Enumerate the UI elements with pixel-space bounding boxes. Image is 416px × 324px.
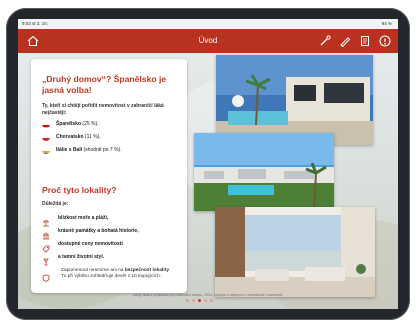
content-card: „Druhý domov“? Španělsko je jasná volba!… (31, 59, 187, 293)
pen-draw-icon[interactable] (338, 34, 352, 48)
country-detail: (shodně po 7 %). (82, 146, 122, 153)
shield-icon (42, 269, 50, 282)
list-item: a tamní životní styl. (42, 250, 187, 265)
country-name: Chorvatsko (56, 133, 84, 140)
reason-text: blízkost moře a pláží, (58, 214, 109, 221)
pagination-dot[interactable] (210, 299, 213, 302)
app-header: Úvod (18, 29, 398, 53)
lifestyle-icon (42, 253, 50, 265)
reasons-list: blízkost moře a pláží, krásné památky a … (42, 211, 187, 265)
country-detail: (11 %), (83, 133, 101, 140)
monument-icon (42, 227, 50, 239)
country-name: Španělsko (56, 120, 82, 127)
pagination-dot[interactable] (186, 299, 189, 302)
pagination-dots[interactable] (186, 299, 213, 302)
country-detail: (25 %), (81, 120, 99, 127)
list-item: Chorvatsko (11 %), (42, 130, 182, 143)
list-item: krásné památky a bohatá historie, (42, 224, 187, 239)
pagination-dot[interactable] (204, 299, 207, 302)
price-tag-icon (42, 240, 50, 253)
reason-text: krásné památky a bohatá historie, (58, 227, 139, 234)
interior-living-room-photo (215, 207, 375, 297)
card-headline: „Druhý domov“? Španělsko je jasná volba! (42, 74, 167, 95)
list-item: Itálie s Bali (shodně po 7 %). (42, 143, 182, 156)
status-time: 9:03 st 3. 10. (22, 21, 49, 26)
list-item: Španělsko (25 %), (42, 117, 182, 130)
reason-text: dostupné ceny nemovitostí (58, 240, 123, 247)
villa-exterior-photo (216, 55, 373, 145)
app-screen: 9:03 st 3. 10. 94 % Úvod „Druhý domov“? … (18, 19, 398, 309)
laser-pointer-icon[interactable] (318, 34, 332, 48)
source-footnote: Zdroj: data z průzkumu pro obchodní bank… (132, 293, 284, 297)
reasons-title: Proč tyto lokality? (42, 185, 117, 195)
device-frame: 9:03 st 3. 10. 94 % Úvod „Druhý domov“? … (0, 0, 416, 324)
bali-emblem-icon (42, 146, 50, 154)
reasons-subtitle: Důležitá je: (42, 201, 69, 207)
toolbar (318, 34, 392, 48)
list-item: dostupné ceny nemovitostí (42, 237, 187, 253)
spain-flag-icon (42, 120, 50, 128)
notes-icon[interactable] (358, 34, 372, 48)
security-note: Zapomenout nesmíme ani na bezpečnost lok… (61, 268, 171, 280)
beach-icon (42, 214, 50, 226)
note-emphasis: bezpečnost lokality (124, 268, 169, 273)
info-icon[interactable] (378, 34, 392, 48)
card-intro: Ty, kteří si chtějí pořídit nemovitost v… (42, 103, 164, 116)
resort-pool-photo (194, 133, 334, 211)
reason-text: a tamní životní styl. (58, 253, 105, 260)
pagination-dot[interactable] (198, 299, 201, 302)
status-bar: 9:03 st 3. 10. 94 % (18, 19, 398, 29)
croatia-flag-icon (42, 133, 50, 141)
battery-level: 94 % (381, 21, 392, 26)
pagination-dot[interactable] (192, 299, 195, 302)
list-item: blízkost moře a pláží, (42, 211, 187, 226)
country-name: Itálie s Bali (56, 146, 83, 153)
country-list: Španělsko (25 %), Chorvatsko (11 %), Itá… (42, 117, 182, 156)
